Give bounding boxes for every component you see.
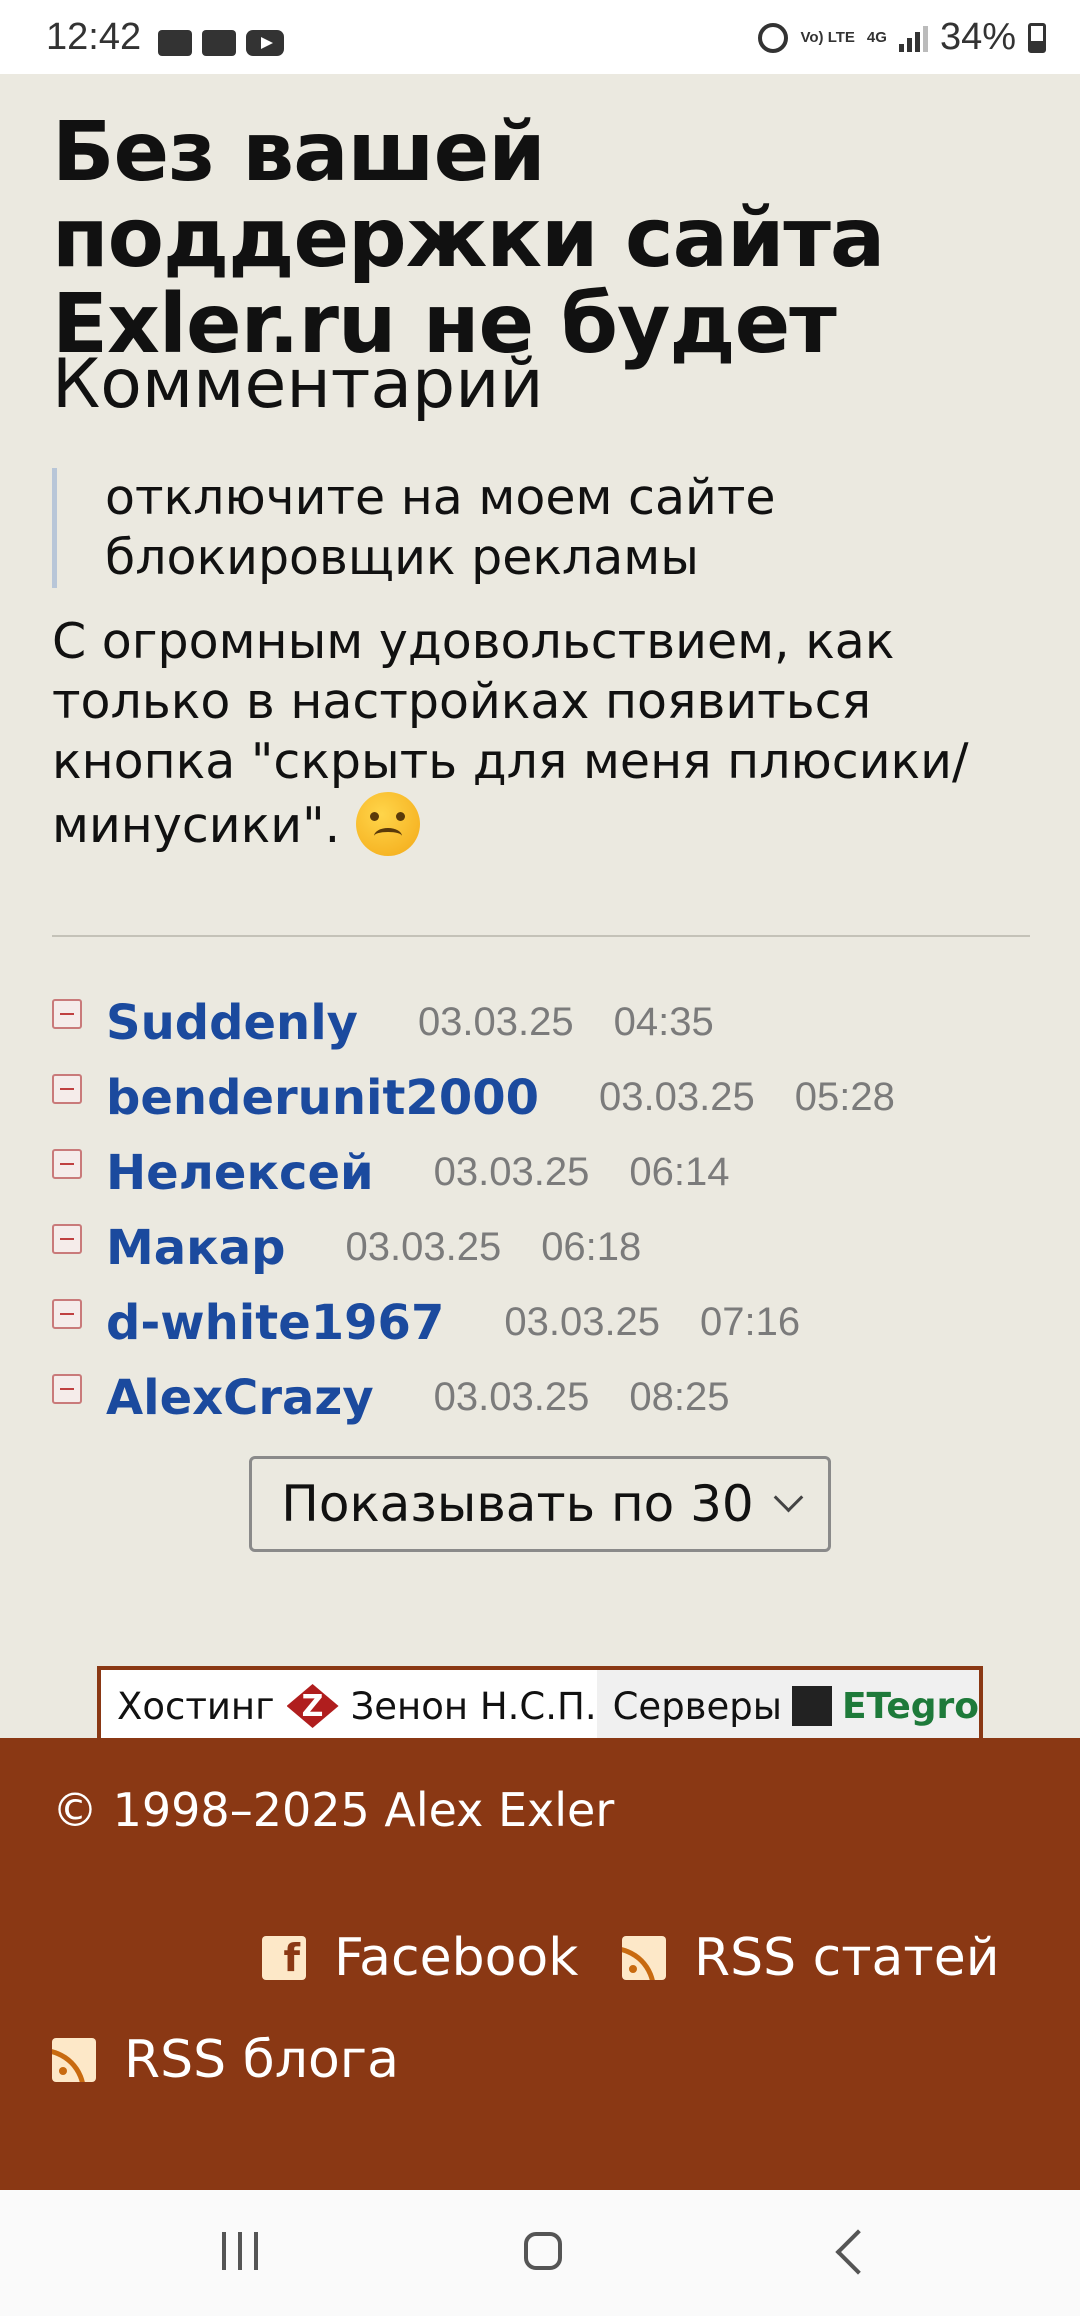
vote-time: 06:14: [629, 1150, 730, 1194]
recent-apps-icon[interactable]: [222, 2232, 258, 2270]
rss-articles-link[interactable]: RSS статей: [622, 1928, 1000, 1988]
facebook-link[interactable]: f Facebook: [262, 1928, 578, 1988]
vote-time: 05:28: [794, 1075, 895, 1119]
etegro-logo-icon: [791, 1686, 832, 1726]
vote-row: d-white1967 03.03.25 07:16: [52, 1285, 1052, 1360]
servers-label: Серверы: [612, 1684, 782, 1728]
page-size-select[interactable]: Показывать по 30: [249, 1456, 831, 1552]
alarm-icon: [758, 22, 789, 53]
minus-vote-icon: [52, 998, 82, 1029]
vote-user-link[interactable]: benderunit2000: [106, 1070, 539, 1126]
comment-body: С огромным удовольствием, как только в н…: [52, 612, 1042, 856]
minus-vote-icon: [52, 1298, 82, 1329]
vote-row: Suddenly 03.03.25 04:35: [52, 985, 1052, 1060]
vote-date: 03.03.25: [504, 1300, 661, 1344]
hosting-banner: Хостинг Z Зенон Н.С.П. Серверы ETegro: [97, 1666, 983, 1742]
vote-row: AlexCrazy 03.03.25 08:25: [52, 1360, 1052, 1435]
notification-app-icon: [158, 30, 192, 56]
signal-icon: [898, 24, 928, 52]
vote-row: Макар 03.03.25 06:18: [52, 1210, 1052, 1285]
hosting-name: Зенон Н.С.П.: [350, 1684, 597, 1728]
vote-row: Нелексей 03.03.25 06:14: [52, 1135, 1052, 1210]
page-headline: Без вашей поддержки сайта Exler.ru не бу…: [52, 105, 885, 372]
volte-indicator: Vo) LTE: [800, 28, 855, 46]
quote-text: отключите на моем сайте блокировщик рекл…: [105, 469, 776, 586]
rss-blog-label: RSS блога: [124, 2030, 399, 2090]
vote-row: benderunit2000 03.03.25 05:28: [52, 1060, 1052, 1135]
status-time: 12:42: [46, 16, 142, 58]
footer: © 1998–2025 Alex Exler f Facebook RSS ст…: [0, 1738, 1080, 2190]
upside-down-face-emoji-icon: [355, 792, 420, 856]
comment-text: С огромным удовольствием, как только в н…: [52, 613, 969, 854]
facebook-label: Facebook: [334, 1928, 579, 1988]
rss-articles-label: RSS статей: [694, 1928, 1000, 1988]
vote-date: 03.03.25: [417, 1000, 574, 1044]
vote-list: Suddenly 03.03.25 04:35 benderunit2000 0…: [52, 985, 1052, 1435]
vote-date: 03.03.25: [599, 1075, 755, 1119]
zenon-logo-icon: Z: [286, 1684, 339, 1728]
comment-quote: отключите на моем сайте блокировщик рекл…: [52, 468, 1005, 588]
minus-vote-icon: [52, 1373, 82, 1404]
rss-icon: [52, 2038, 96, 2082]
home-icon[interactable]: [524, 2232, 562, 2270]
vote-date: 03.03.25: [433, 1150, 590, 1194]
battery-icon: [1028, 22, 1046, 53]
network-type-indicator: 4G: [866, 28, 887, 46]
page-size-label: Показывать по 30: [281, 1475, 754, 1533]
youtube-icon: [246, 30, 284, 56]
vote-time: 04:35: [613, 1000, 714, 1044]
vote-user-link[interactable]: AlexCrazy: [106, 1370, 374, 1426]
vote-user-link[interactable]: d-white1967: [106, 1295, 444, 1351]
vote-user-link[interactable]: Нелексей: [106, 1145, 374, 1201]
vote-user-link[interactable]: Макар: [106, 1220, 285, 1276]
minus-vote-icon: [52, 1148, 82, 1179]
vote-user-link[interactable]: Suddenly: [106, 995, 358, 1051]
hosting-link[interactable]: Хостинг Z Зенон Н.С.П.: [101, 1670, 597, 1742]
back-icon[interactable]: [835, 2229, 881, 2275]
divider: [52, 935, 1030, 937]
vote-date: 03.03.25: [433, 1375, 590, 1419]
facebook-icon: f: [262, 1936, 306, 1980]
vote-date: 03.03.25: [345, 1225, 502, 1269]
servers-name: ETegro: [841, 1685, 979, 1727]
vote-time: 06:18: [541, 1225, 642, 1269]
battery-percent: 34%: [939, 16, 1016, 58]
notification-app-icon: [202, 30, 236, 56]
comment-heading: Комментарий: [52, 345, 544, 424]
chevron-down-icon: [773, 1482, 804, 1512]
minus-vote-icon: [52, 1223, 82, 1254]
status-bar: 12:42 Vo) LTE 4G 34%: [0, 0, 1080, 74]
vote-time: 07:16: [700, 1300, 801, 1344]
copyright: © 1998–2025 Alex Exler: [52, 1783, 615, 1837]
minus-vote-icon: [52, 1073, 82, 1104]
navigation-bar: [0, 2190, 1080, 2316]
rss-blog-link[interactable]: RSS блога: [52, 2030, 399, 2090]
notification-icons: [158, 30, 284, 56]
hosting-label: Хостинг: [117, 1684, 275, 1728]
status-right: Vo) LTE 4G 34%: [758, 16, 1046, 59]
rss-icon: [622, 1936, 666, 1980]
vote-time: 08:25: [629, 1375, 730, 1419]
servers-link[interactable]: Серверы ETegro: [596, 1670, 979, 1742]
